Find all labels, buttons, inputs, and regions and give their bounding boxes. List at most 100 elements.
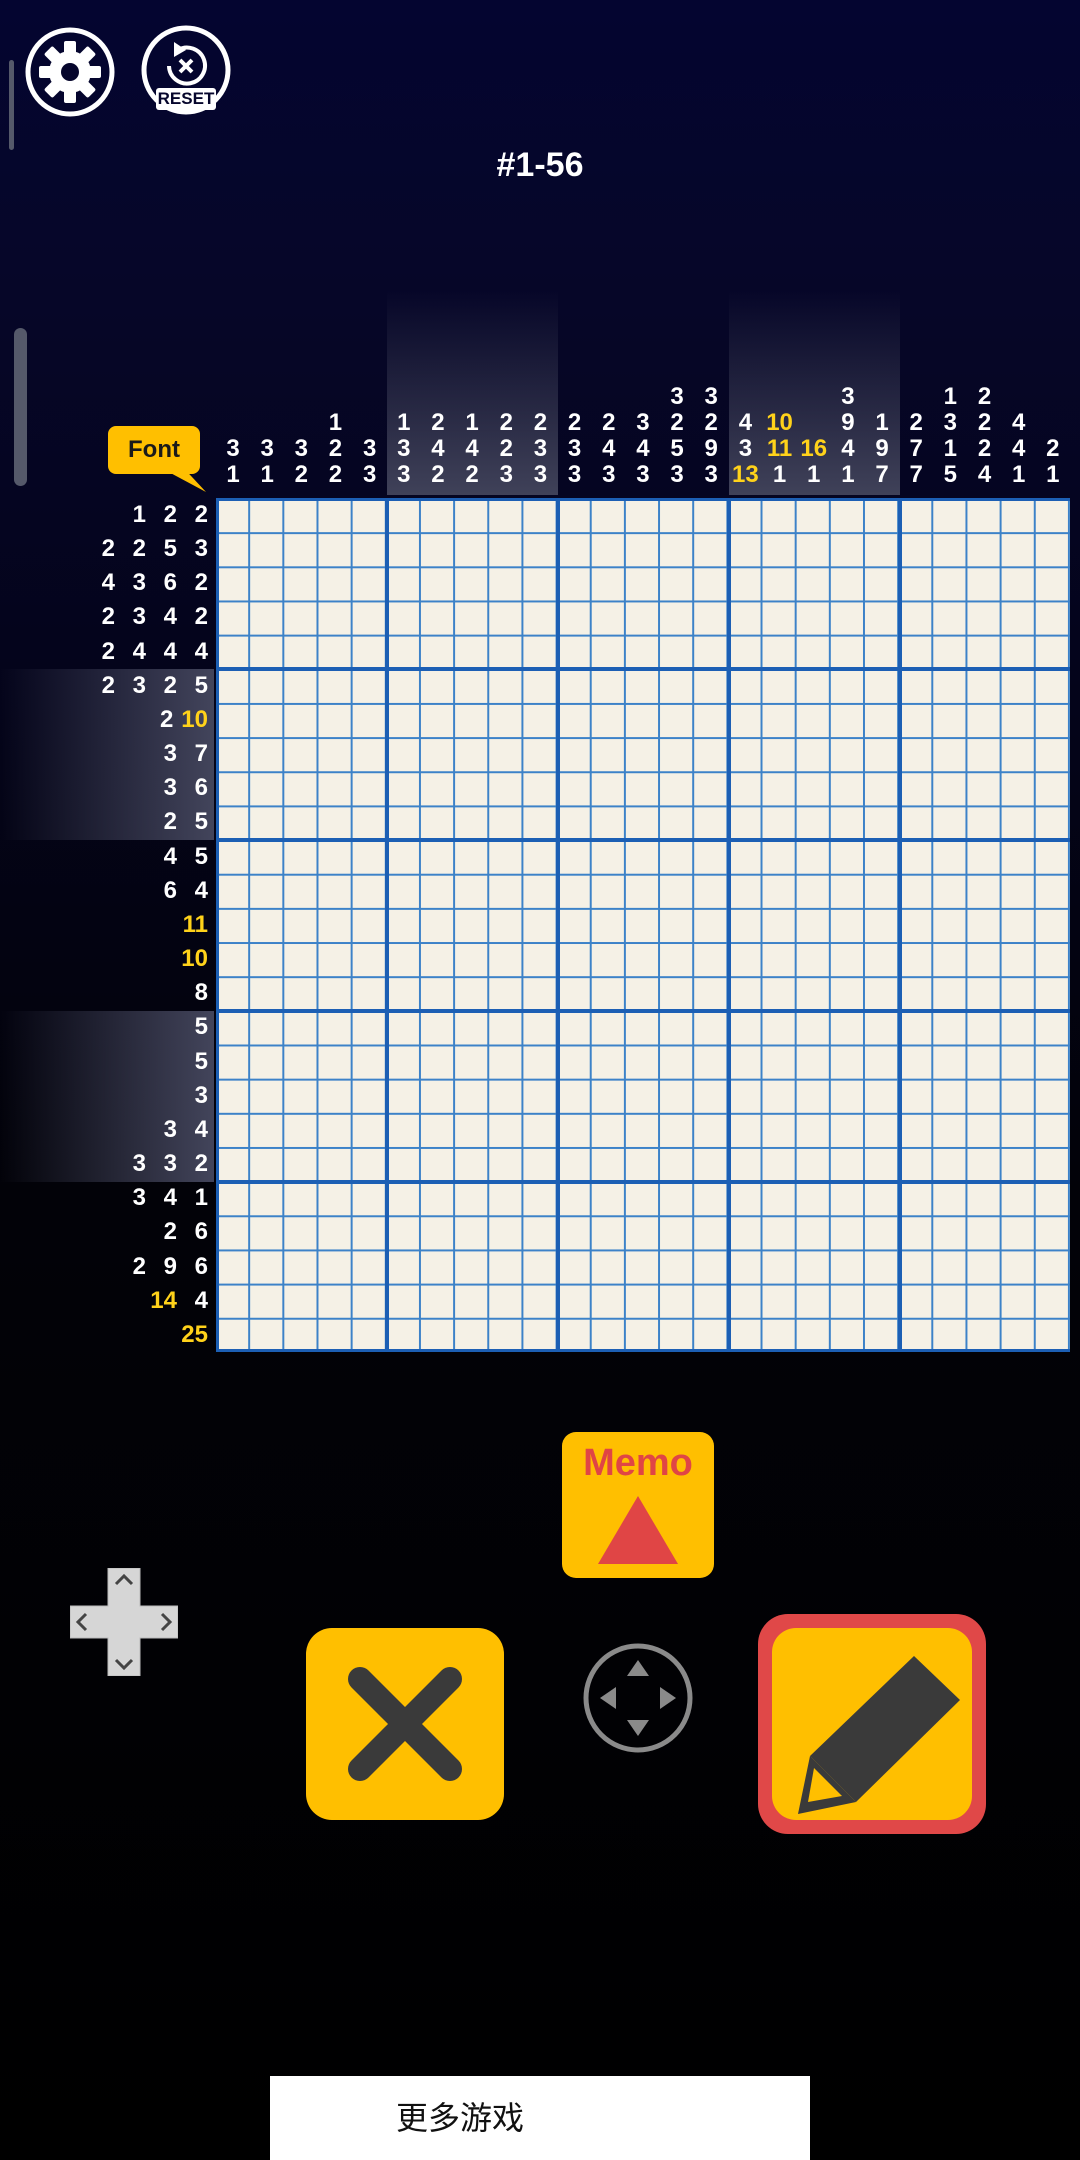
- row-clue-number: 2: [132, 535, 146, 563]
- column-clue-number: 2: [465, 461, 479, 488]
- puzzle-title: #1-56: [496, 146, 584, 184]
- row-clue-number: 2: [101, 671, 115, 699]
- column-clue-number: 3: [943, 409, 958, 436]
- row-clue-number: 2: [101, 637, 115, 665]
- column-clue-number: 1: [465, 409, 479, 436]
- row-clue: 4362: [84, 566, 208, 600]
- row-clue: 45: [146, 840, 208, 874]
- column-clue-number: 4: [738, 409, 753, 436]
- cross-mark-button[interactable]: [306, 1628, 504, 1820]
- row-clue-number: 4: [163, 842, 177, 870]
- column-clue-number: 2: [670, 409, 684, 436]
- row-clue: 11: [175, 908, 208, 942]
- row-clue-number: 3: [163, 774, 177, 802]
- row-clue-number: 3: [194, 1081, 208, 1109]
- row-clue-number: 2: [194, 1150, 208, 1178]
- reset-button[interactable]: RESET: [138, 24, 234, 120]
- column-clue: 2224: [968, 384, 1002, 488]
- more-games-button[interactable]: 更多游戏: [270, 2076, 810, 2160]
- pencil-fill-button[interactable]: [772, 1628, 972, 1820]
- column-clue: 33: [353, 436, 387, 488]
- row-clue-number: 6: [194, 1218, 208, 1246]
- row-clue-number: 3: [132, 603, 146, 631]
- row-clue: 25: [146, 805, 208, 839]
- reset-label: RESET: [157, 89, 215, 108]
- column-clue-number: 3: [636, 409, 650, 436]
- column-clue: 10 11 1: [763, 410, 797, 488]
- column-clue-number: 2: [328, 435, 343, 462]
- column-clue: 4 3 13: [728, 410, 762, 488]
- column-clue-number: 3: [704, 461, 718, 488]
- column-clue-number: 4: [1011, 409, 1026, 436]
- grid-line: [556, 498, 560, 1352]
- row-clue-number: 1: [194, 1184, 208, 1212]
- row-clue-number: 2: [101, 603, 115, 631]
- column-clue-number: 4: [636, 435, 650, 462]
- column-clue-number: 3: [362, 461, 377, 488]
- row-clue-number: 2: [163, 501, 177, 528]
- row-clue-number: 3: [132, 1184, 146, 1212]
- row-clue: 3: [177, 1079, 208, 1113]
- row-clue-number: 3: [132, 671, 146, 699]
- row-clue-number: 6: [163, 876, 177, 904]
- column-clue-number: 16: [800, 435, 828, 462]
- row-clue: 34: [146, 1113, 208, 1147]
- row-clue-number: 8: [194, 979, 208, 1007]
- column-clue: 122: [318, 410, 352, 488]
- row-clue: 36: [146, 771, 208, 805]
- scroll-indicator[interactable]: [14, 328, 27, 486]
- row-clue-number: 6: [194, 1252, 208, 1280]
- column-clue-number: 1: [943, 383, 958, 410]
- column-clue-number: 4: [977, 461, 992, 488]
- column-clue-number: 2: [1046, 435, 1060, 462]
- column-clue: 1315: [933, 384, 967, 488]
- row-clue: 37: [146, 737, 208, 771]
- column-clue-number: 3: [636, 461, 650, 488]
- row-clue: 341: [115, 1181, 208, 1215]
- row-clue: 2342: [84, 600, 208, 634]
- column-clue: 233: [558, 410, 592, 488]
- column-clue-number: 3: [567, 435, 582, 462]
- row-clue: 2 10: [142, 703, 208, 737]
- row-clue-number: 4: [194, 1115, 208, 1143]
- row-clue: 26: [146, 1215, 208, 1249]
- row-clue-number: 3: [132, 1150, 146, 1178]
- row-clue-number: 7: [194, 740, 208, 768]
- row-clue-number: 6: [194, 774, 208, 802]
- column-clue-number: 1: [875, 409, 889, 436]
- triangle-icon: [598, 1496, 678, 1564]
- row-clue-number: 2: [194, 569, 208, 597]
- memo-button[interactable]: Memo: [562, 1432, 714, 1578]
- column-clue: 133: [387, 410, 421, 488]
- move-cursor-button[interactable]: [582, 1642, 694, 1754]
- column-clue-number: 1: [226, 461, 240, 488]
- row-clue-number: 3: [163, 740, 177, 768]
- column-clue-number: 3: [260, 435, 274, 462]
- column-clue: 197: [865, 410, 899, 488]
- dpad[interactable]: [69, 1567, 179, 1677]
- row-clue-number: 3: [194, 535, 208, 563]
- column-clue-number: 3: [670, 383, 684, 410]
- row-clue-number: 4: [163, 1184, 177, 1212]
- column-clue-number: 5: [670, 435, 684, 462]
- puzzle-grid[interactable]: [216, 498, 1070, 1352]
- column-clue: 441: [1002, 410, 1036, 488]
- row-clue-number: 5: [194, 842, 208, 870]
- row-clue-number: 11: [182, 910, 208, 938]
- column-clue-number: 2: [431, 409, 445, 436]
- row-clue-number: 4: [101, 569, 115, 597]
- column-clue: 233: [523, 410, 557, 488]
- column-clue-number: 1: [772, 461, 787, 488]
- column-clue-number: 3: [841, 383, 855, 410]
- column-clue-number: 2: [602, 409, 616, 436]
- column-clue-number: 3: [670, 461, 684, 488]
- column-clue-number: 1: [841, 461, 855, 488]
- column-clue-number: 9: [875, 435, 889, 462]
- row-clue-number: 4: [194, 637, 208, 665]
- column-clue: 32: [284, 436, 318, 488]
- settings-button[interactable]: [24, 26, 116, 118]
- row-clue-number: 4: [194, 876, 208, 904]
- column-clue-number: 3: [499, 461, 513, 488]
- column-clue-number: 2: [328, 461, 343, 488]
- column-clue-number: 1: [328, 409, 343, 436]
